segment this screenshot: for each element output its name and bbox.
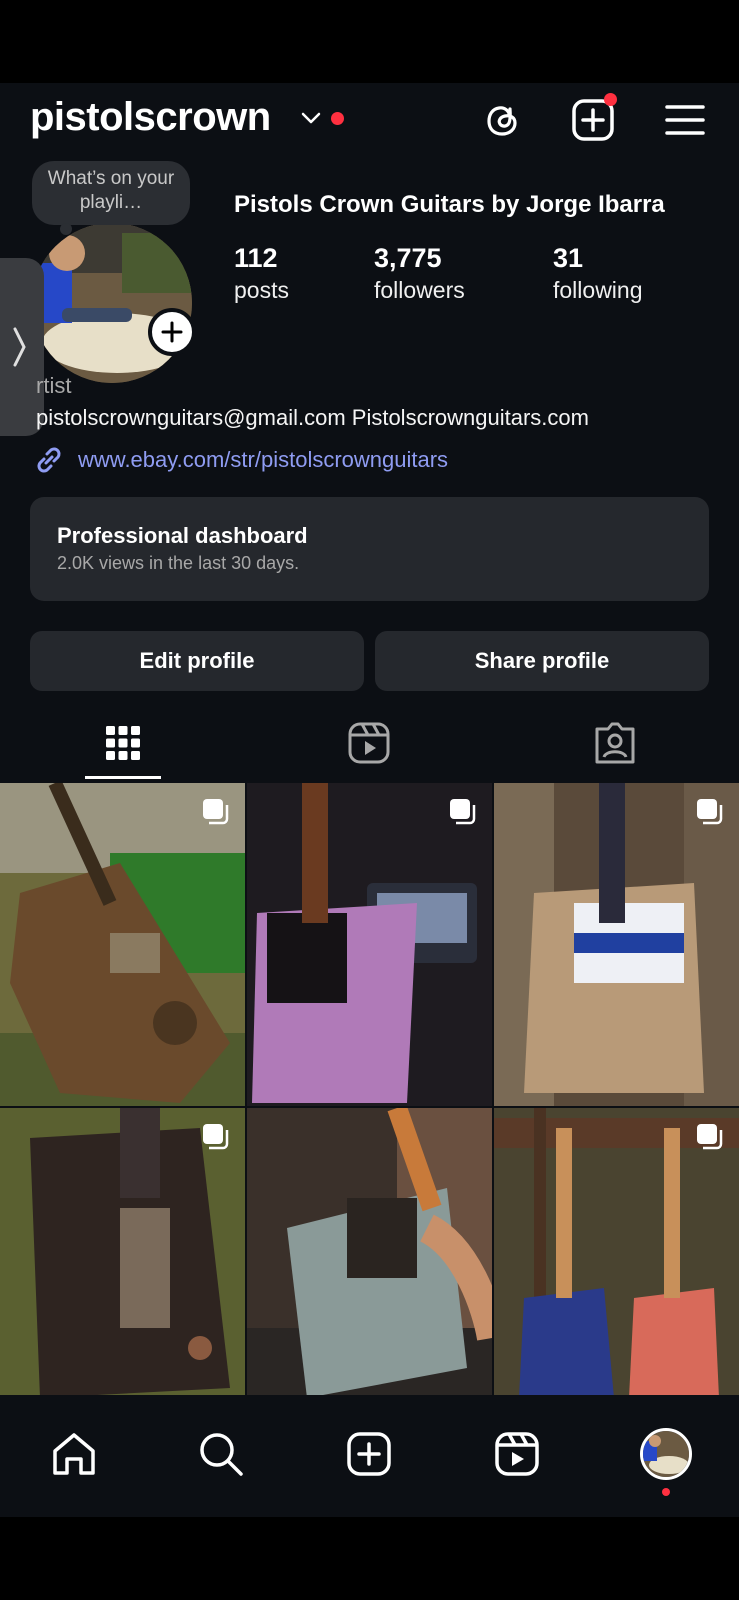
stat-posts-label: posts: [234, 277, 289, 303]
create-icon: [347, 1432, 391, 1476]
active-tab-indicator: [85, 776, 161, 779]
note-bubble[interactable]: What’s on your playli…: [32, 161, 190, 225]
tab-grid[interactable]: [83, 713, 163, 773]
header: pistolscrown: [0, 83, 739, 155]
dashboard-subtitle: 2.0K views in the last 30 days.: [57, 553, 300, 573]
username-switcher[interactable]: pistolscrown: [30, 95, 271, 140]
home-icon: [53, 1433, 95, 1475]
edit-profile-button[interactable]: Edit profile: [30, 631, 364, 691]
notification-dot: [331, 112, 344, 125]
chevron-down-icon[interactable]: [300, 110, 322, 126]
share-profile-button[interactable]: Share profile: [375, 631, 709, 691]
profile-avatar[interactable]: [32, 223, 192, 383]
dashboard-title: Professional dashboard: [57, 523, 308, 548]
post-tile[interactable]: [247, 1108, 492, 1398]
profile-notification-dot: [662, 1488, 670, 1496]
posts-grid: [0, 783, 739, 1398]
threads-icon[interactable]: [480, 97, 526, 143]
plus-icon: [161, 321, 183, 343]
carousel-icon: [450, 799, 476, 825]
post-tile[interactable]: [494, 1108, 739, 1398]
post-image: [494, 783, 739, 1106]
bottom-nav: [0, 1395, 739, 1517]
profile-bio: pistolscrownguitars@gmail.com Pistolscro…: [36, 405, 589, 430]
profile-link[interactable]: www.ebay.com/str/pistolscrownguitars: [32, 443, 448, 477]
reels-icon: [495, 1432, 539, 1476]
post-tile[interactable]: [247, 783, 492, 1106]
add-story-button[interactable]: [148, 308, 196, 356]
avatar-photo: [32, 223, 192, 383]
note-bubble-tail: [60, 223, 72, 235]
link-icon: [37, 447, 61, 473]
search-icon: [200, 1433, 243, 1476]
professional-dashboard[interactable]: Professional dashboard 2.0K views in the…: [30, 497, 709, 601]
post-image: [247, 1108, 492, 1398]
stat-following[interactable]: 31 following: [553, 241, 643, 305]
stat-followers-count: 3,775: [374, 243, 442, 273]
carousel-icon: [697, 1124, 723, 1150]
stat-following-label: following: [553, 277, 643, 303]
profile-category: rtist: [36, 373, 72, 398]
menu-icon[interactable]: [662, 97, 708, 143]
nav-profile-avatar[interactable]: [640, 1428, 692, 1480]
tab-reels[interactable]: [329, 713, 409, 773]
post-tile[interactable]: [494, 783, 739, 1106]
carousel-icon: [203, 1124, 229, 1150]
chevron-right-icon: [13, 327, 26, 367]
stat-followers-label: followers: [374, 277, 465, 303]
nav-create[interactable]: [344, 1429, 394, 1479]
reels-icon: [348, 722, 390, 764]
avatar-photo: [643, 1431, 689, 1477]
stat-following-count: 31: [553, 243, 584, 273]
create-notification-dot: [604, 93, 617, 106]
post-tile[interactable]: [0, 783, 245, 1106]
nav-search[interactable]: [196, 1429, 246, 1479]
post-tile[interactable]: [0, 1108, 245, 1398]
post-image: [0, 783, 245, 1106]
full-name: Pistols Crown Guitars by Jorge Ibarra: [234, 191, 665, 218]
tab-tagged[interactable]: [575, 713, 655, 773]
profile-link-text: www.ebay.com/str/pistolscrownguitars: [78, 447, 449, 472]
stat-posts-count: 112: [234, 243, 278, 273]
carousel-icon: [697, 799, 723, 825]
tagged-icon: [595, 722, 635, 764]
carousel-icon: [203, 799, 229, 825]
grid-icon: [106, 726, 140, 760]
profile-screen: pistolscrown What’s on your playli… Pist…: [0, 83, 739, 1517]
nav-reels[interactable]: [492, 1429, 542, 1479]
stat-posts[interactable]: 112 posts: [234, 241, 289, 305]
post-image: [247, 783, 492, 1106]
nav-home[interactable]: [49, 1429, 99, 1479]
stat-followers[interactable]: 3,775 followers: [374, 241, 465, 305]
